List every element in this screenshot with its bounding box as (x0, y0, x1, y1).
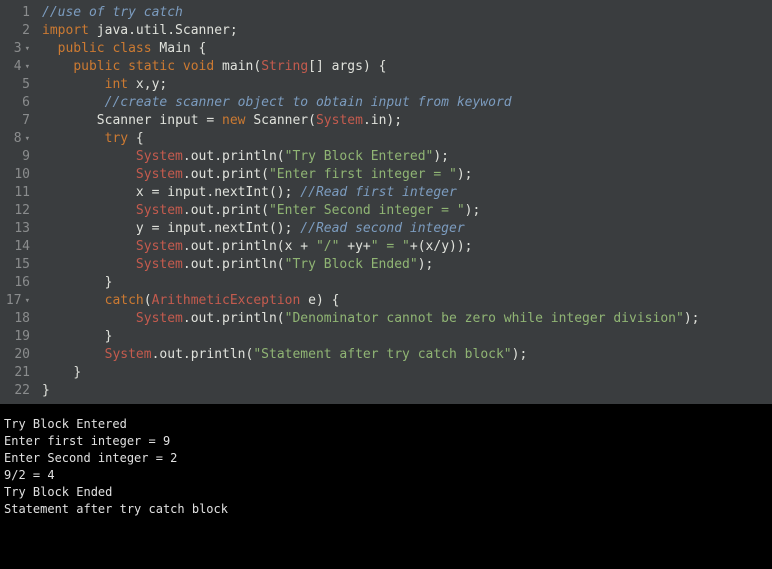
line-number: 5 (4, 76, 30, 94)
code-line: catch(ArithmeticException e) { (38, 292, 772, 310)
code-line: public class Main { (38, 40, 772, 58)
fold-icon[interactable]: ▾ (25, 292, 30, 310)
line-number: 12 (4, 202, 30, 220)
line-number: 2 (4, 22, 30, 40)
line-number: 1 (4, 4, 30, 22)
terminal-line: Try Block Entered (4, 417, 127, 431)
line-number: 19 (4, 328, 30, 346)
code-line: System.out.println("Statement after try … (38, 346, 772, 364)
line-number: 20 (4, 346, 30, 364)
line-number: 7 (4, 112, 30, 130)
code-line: } (38, 382, 772, 400)
line-number: 17▾ (4, 292, 30, 310)
code-line: System.out.println("Denominator cannot b… (38, 310, 772, 328)
code-line: //use of try catch (38, 4, 772, 22)
terminal-line: Statement after try catch block (4, 502, 228, 516)
line-number: 22 (4, 382, 30, 400)
line-number: 21 (4, 364, 30, 382)
fold-icon[interactable]: ▾ (25, 58, 30, 76)
code-line: //create scanner object to obtain input … (38, 94, 772, 112)
fold-icon[interactable]: ▾ (25, 40, 30, 58)
code-line: Scanner input = new Scanner(System.in); (38, 112, 772, 130)
code-line: y = input.nextInt(); //Read second integ… (38, 220, 772, 238)
line-number: 11 (4, 184, 30, 202)
code-line: } (38, 274, 772, 292)
line-number: 15 (4, 256, 30, 274)
line-number: 18 (4, 310, 30, 328)
code-line: System.out.println(x + "/" +y+" = "+(x/y… (38, 238, 772, 256)
code-line: System.out.print("Enter first integer = … (38, 166, 772, 184)
line-number: 8▾ (4, 130, 30, 148)
terminal-line: 9/2 = 4 (4, 468, 55, 482)
code-line: System.out.println("Try Block Ended"); (38, 256, 772, 274)
code-line: int x,y; (38, 76, 772, 94)
line-number: 9 (4, 148, 30, 166)
code-line: System.out.println("Try Block Entered"); (38, 148, 772, 166)
line-number: 16 (4, 274, 30, 292)
line-number: 10 (4, 166, 30, 184)
code-line: System.out.print("Enter Second integer =… (38, 202, 772, 220)
fold-icon[interactable]: ▾ (25, 130, 30, 148)
terminal-output: Try Block Entered Enter first integer = … (0, 404, 772, 530)
terminal-line: Try Block Ended (4, 485, 112, 499)
code-line: x = input.nextInt(); //Read first intege… (38, 184, 772, 202)
code-line: } (38, 364, 772, 382)
code-line: public static void main(String[] args) { (38, 58, 772, 76)
code-line: import java.util.Scanner; (38, 22, 772, 40)
code-line: } (38, 328, 772, 346)
terminal-line: Enter Second integer = 2 (4, 451, 177, 465)
code-editor: 1 2 3▾ 4▾ 5 6 7 8▾ 9 10 11 12 13 14 15 1… (0, 0, 772, 404)
code-area[interactable]: //use of try catch import java.util.Scan… (38, 0, 772, 404)
code-line: try { (38, 130, 772, 148)
line-number: 4▾ (4, 58, 30, 76)
line-number-gutter: 1 2 3▾ 4▾ 5 6 7 8▾ 9 10 11 12 13 14 15 1… (0, 0, 38, 404)
line-number: 14 (4, 238, 30, 256)
line-number: 3▾ (4, 40, 30, 58)
terminal-line: Enter first integer = 9 (4, 434, 170, 448)
line-number: 6 (4, 94, 30, 112)
line-number: 13 (4, 220, 30, 238)
